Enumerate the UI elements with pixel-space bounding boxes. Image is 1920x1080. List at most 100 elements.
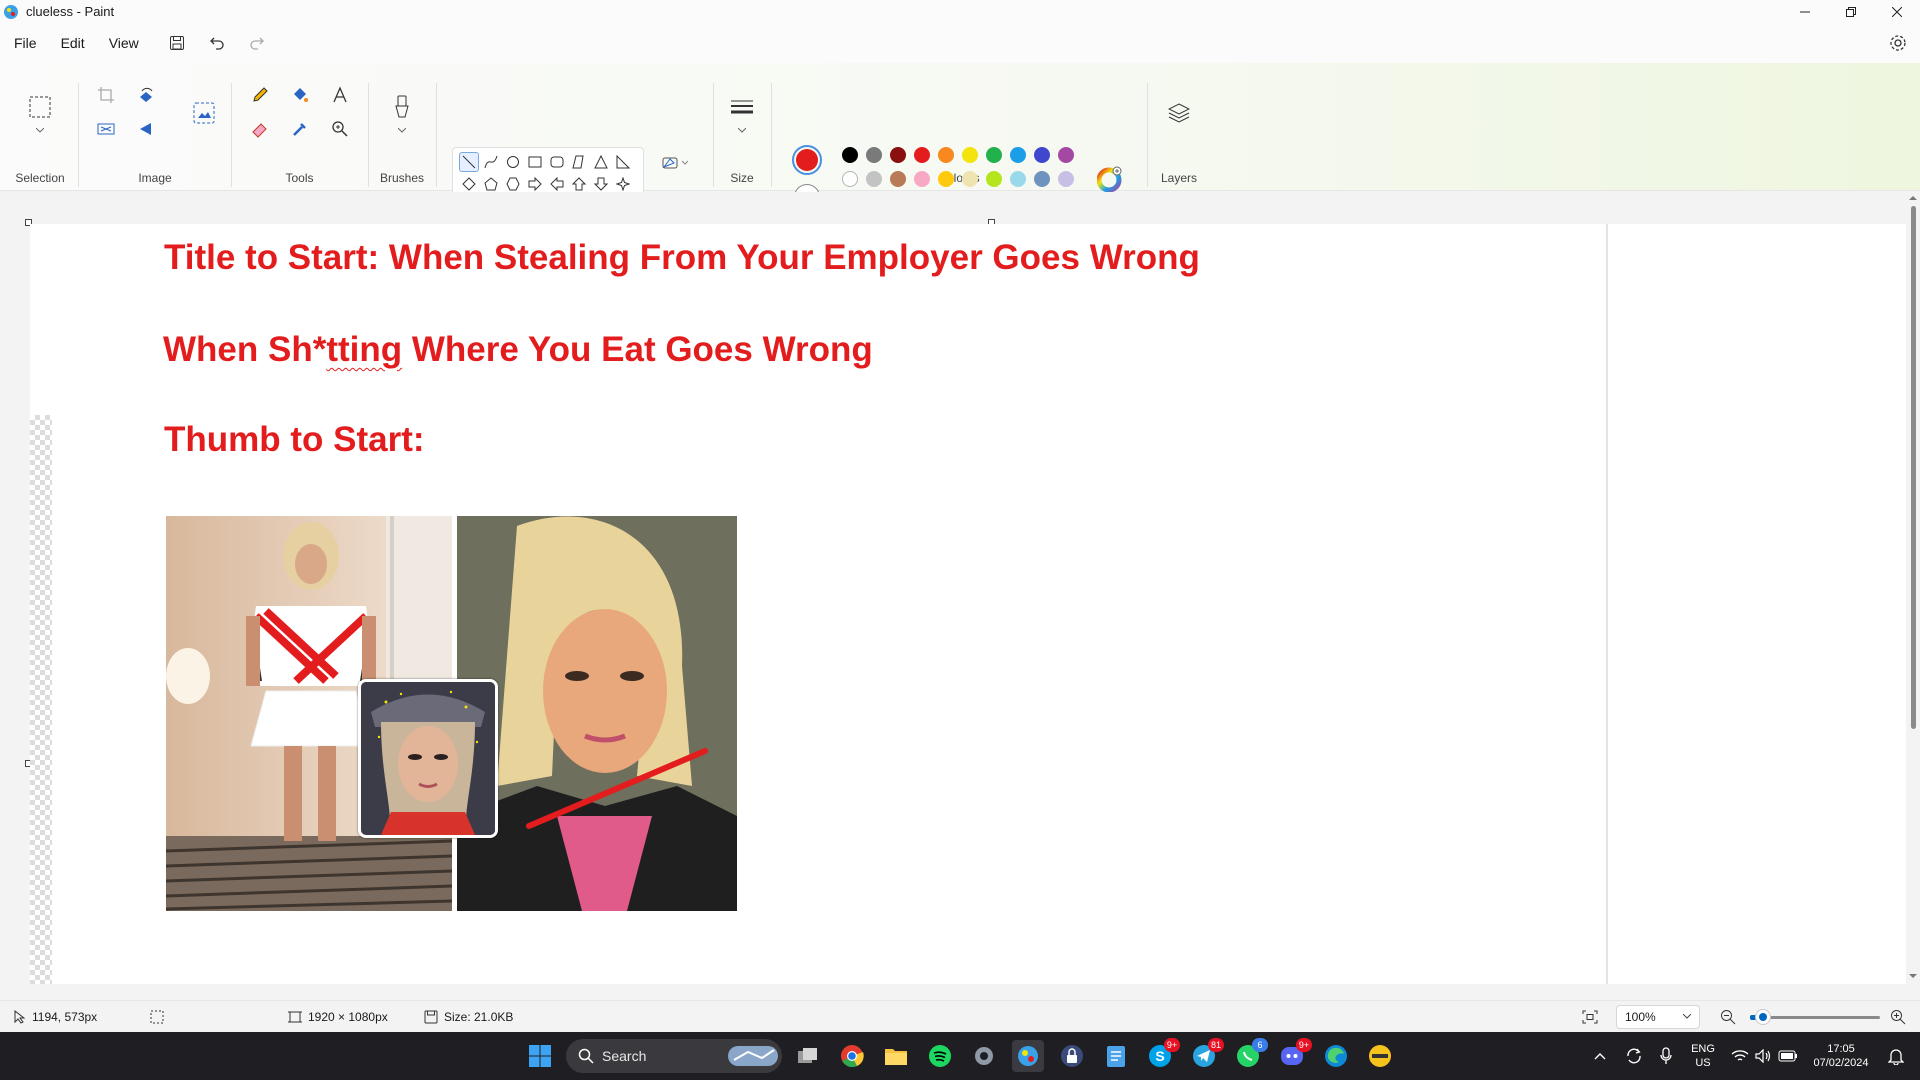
left-arrow-shape[interactable] bbox=[547, 174, 567, 194]
flip-button[interactable] bbox=[130, 113, 162, 145]
vertical-scroll-thumb[interactable] bbox=[1911, 206, 1916, 729]
cursor-icon bbox=[14, 1010, 26, 1024]
notifications-button[interactable] bbox=[1880, 1040, 1912, 1072]
emoji-app-taskbar-button[interactable] bbox=[1364, 1040, 1396, 1072]
taskbar-search[interactable]: Search bbox=[566, 1039, 782, 1073]
outline-button[interactable] bbox=[656, 147, 696, 179]
palette-swatch[interactable] bbox=[986, 171, 1002, 187]
paint-taskbar-button[interactable] bbox=[1012, 1040, 1044, 1072]
primary-color-swatch[interactable] bbox=[792, 145, 822, 175]
palette-swatch[interactable] bbox=[914, 171, 930, 187]
oval-shape[interactable] bbox=[503, 152, 523, 172]
save-button[interactable] bbox=[157, 23, 197, 63]
rounded-rectangle-shape[interactable] bbox=[547, 152, 567, 172]
size-dropdown[interactable] bbox=[726, 123, 758, 139]
palette-swatch[interactable] bbox=[1010, 147, 1026, 163]
palette-swatch[interactable] bbox=[1034, 147, 1050, 163]
rectangle-shape[interactable] bbox=[525, 152, 545, 172]
fill-tool[interactable] bbox=[284, 79, 316, 111]
text-tool[interactable] bbox=[324, 79, 356, 111]
polygon-shape[interactable] bbox=[569, 152, 589, 172]
triangle-shape[interactable] bbox=[591, 152, 611, 172]
layers-button[interactable] bbox=[1163, 97, 1195, 129]
select-tool-button[interactable] bbox=[24, 91, 56, 123]
clock[interactable]: 17:05 07/02/2024 bbox=[1806, 1042, 1876, 1070]
rotate-button[interactable] bbox=[130, 79, 162, 111]
palette-swatch[interactable] bbox=[938, 147, 954, 163]
undo-button[interactable] bbox=[197, 23, 237, 63]
diamond-shape[interactable] bbox=[459, 174, 479, 194]
discord-taskbar-button[interactable]: 9+ bbox=[1276, 1038, 1312, 1072]
color-picker-tool[interactable] bbox=[284, 113, 316, 145]
restore-button[interactable] bbox=[1828, 0, 1874, 23]
magnifier-tool[interactable] bbox=[324, 113, 356, 145]
menu-view[interactable]: View bbox=[97, 23, 151, 63]
eraser-tool[interactable] bbox=[244, 113, 276, 145]
task-view-button[interactable] bbox=[792, 1040, 824, 1072]
telegram-taskbar-button[interactable]: 81 bbox=[1188, 1038, 1224, 1072]
settings-button[interactable] bbox=[1886, 31, 1910, 55]
language-indicator[interactable]: ENG US bbox=[1688, 1042, 1718, 1070]
canvas-area[interactable]: Title to Start: When Stealing From Your … bbox=[0, 192, 1920, 984]
palette-swatch[interactable] bbox=[1058, 147, 1074, 163]
battery-tray-button[interactable] bbox=[1772, 1040, 1804, 1072]
zoom-out-button[interactable] bbox=[1720, 1001, 1736, 1033]
palette-swatch[interactable] bbox=[962, 147, 978, 163]
drawing-canvas[interactable]: Title to Start: When Stealing From Your … bbox=[30, 224, 1606, 984]
up-arrow-shape[interactable] bbox=[569, 174, 589, 194]
menu-file[interactable]: File bbox=[2, 23, 49, 63]
edge-taskbar-button[interactable] bbox=[1320, 1040, 1352, 1072]
notepad-taskbar-button[interactable] bbox=[1100, 1040, 1132, 1072]
select-dropdown[interactable] bbox=[24, 123, 56, 139]
palette-swatch[interactable] bbox=[842, 171, 858, 187]
palette-swatch[interactable] bbox=[986, 147, 1002, 163]
palette-swatch[interactable] bbox=[938, 171, 954, 187]
minimize-button[interactable] bbox=[1782, 0, 1828, 23]
resize-button[interactable] bbox=[90, 113, 122, 145]
fit-to-window-button[interactable] bbox=[1582, 1001, 1598, 1033]
vertical-scrollbar[interactable] bbox=[1906, 192, 1920, 984]
pencil-tool[interactable] bbox=[244, 79, 276, 111]
file-explorer-taskbar-button[interactable] bbox=[880, 1040, 912, 1072]
zoom-slider-thumb[interactable] bbox=[1756, 1010, 1770, 1024]
palette-swatch[interactable] bbox=[914, 147, 930, 163]
palette-swatch[interactable] bbox=[890, 147, 906, 163]
palette-swatch[interactable] bbox=[842, 147, 858, 163]
edit-colours-button[interactable] bbox=[1094, 163, 1126, 195]
menu-edit[interactable]: Edit bbox=[49, 23, 97, 63]
zoom-in-button[interactable] bbox=[1890, 1001, 1906, 1033]
palette-swatch[interactable] bbox=[890, 171, 906, 187]
whatsapp-taskbar-button[interactable]: 6 bbox=[1232, 1038, 1268, 1072]
pentagon-shape[interactable] bbox=[481, 174, 501, 194]
image-select-button[interactable] bbox=[188, 97, 220, 129]
spotify-taskbar-button[interactable] bbox=[924, 1040, 956, 1072]
show-hidden-icons-button[interactable] bbox=[1584, 1040, 1616, 1072]
skype-taskbar-button[interactable]: S 9+ bbox=[1144, 1038, 1180, 1072]
palette-swatch[interactable] bbox=[866, 171, 882, 187]
sync-tray-button[interactable] bbox=[1618, 1040, 1650, 1072]
palette-swatch[interactable] bbox=[1034, 171, 1050, 187]
four-point-star-shape[interactable] bbox=[613, 174, 633, 194]
zoom-dropdown[interactable]: 100% bbox=[1616, 1005, 1700, 1029]
crop-button[interactable] bbox=[90, 79, 122, 111]
line-shape[interactable] bbox=[459, 152, 479, 172]
size-button[interactable] bbox=[726, 91, 758, 123]
close-button[interactable] bbox=[1874, 0, 1920, 23]
vpn-taskbar-button[interactable] bbox=[1056, 1040, 1088, 1072]
brushes-button[interactable] bbox=[386, 91, 418, 123]
palette-swatch[interactable] bbox=[962, 171, 978, 187]
palette-swatch[interactable] bbox=[1010, 171, 1026, 187]
right-arrow-shape[interactable] bbox=[525, 174, 545, 194]
redo-button[interactable] bbox=[237, 23, 277, 63]
microphone-tray-button[interactable] bbox=[1650, 1040, 1682, 1072]
curve-shape[interactable] bbox=[481, 152, 501, 172]
right-triangle-shape[interactable] bbox=[613, 152, 633, 172]
palette-swatch[interactable] bbox=[1058, 171, 1074, 187]
settings-taskbar-button[interactable] bbox=[968, 1040, 1000, 1072]
palette-swatch[interactable] bbox=[866, 147, 882, 163]
down-arrow-shape[interactable] bbox=[591, 174, 611, 194]
start-button[interactable] bbox=[524, 1040, 556, 1072]
chrome-taskbar-button[interactable] bbox=[836, 1040, 868, 1072]
brushes-dropdown[interactable] bbox=[386, 123, 418, 139]
hexagon-shape[interactable] bbox=[503, 174, 523, 194]
